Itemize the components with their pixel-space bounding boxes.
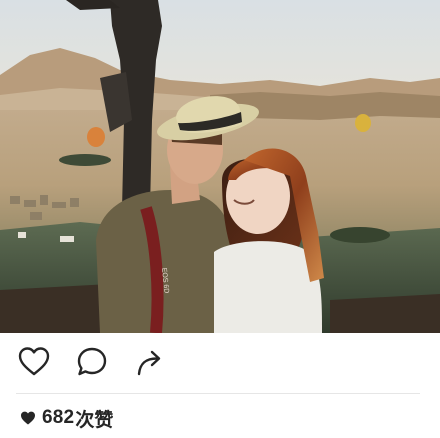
post-photo[interactable]: EOS 6D — [0, 0, 440, 333]
heart-filled-icon — [21, 411, 35, 425]
divider — [16, 393, 420, 394]
post-action-bar — [0, 342, 440, 384]
comment-button[interactable] — [72, 342, 112, 382]
share-button[interactable] — [130, 342, 170, 382]
share-arrow-icon — [137, 350, 161, 376]
likes-count-unit: 次赞 — [75, 409, 114, 431]
like-button[interactable] — [14, 342, 54, 382]
instagram-post: EOS 6D 682 次赞 — [0, 0, 440, 438]
likes-count-number: 682 — [42, 407, 75, 428]
likes-count[interactable]: 682 次赞 — [20, 405, 113, 431]
post-photo-scene: EOS 6D — [0, 0, 440, 333]
speech-bubble-icon — [77, 347, 107, 376]
heart-outline-icon — [18, 347, 50, 376]
